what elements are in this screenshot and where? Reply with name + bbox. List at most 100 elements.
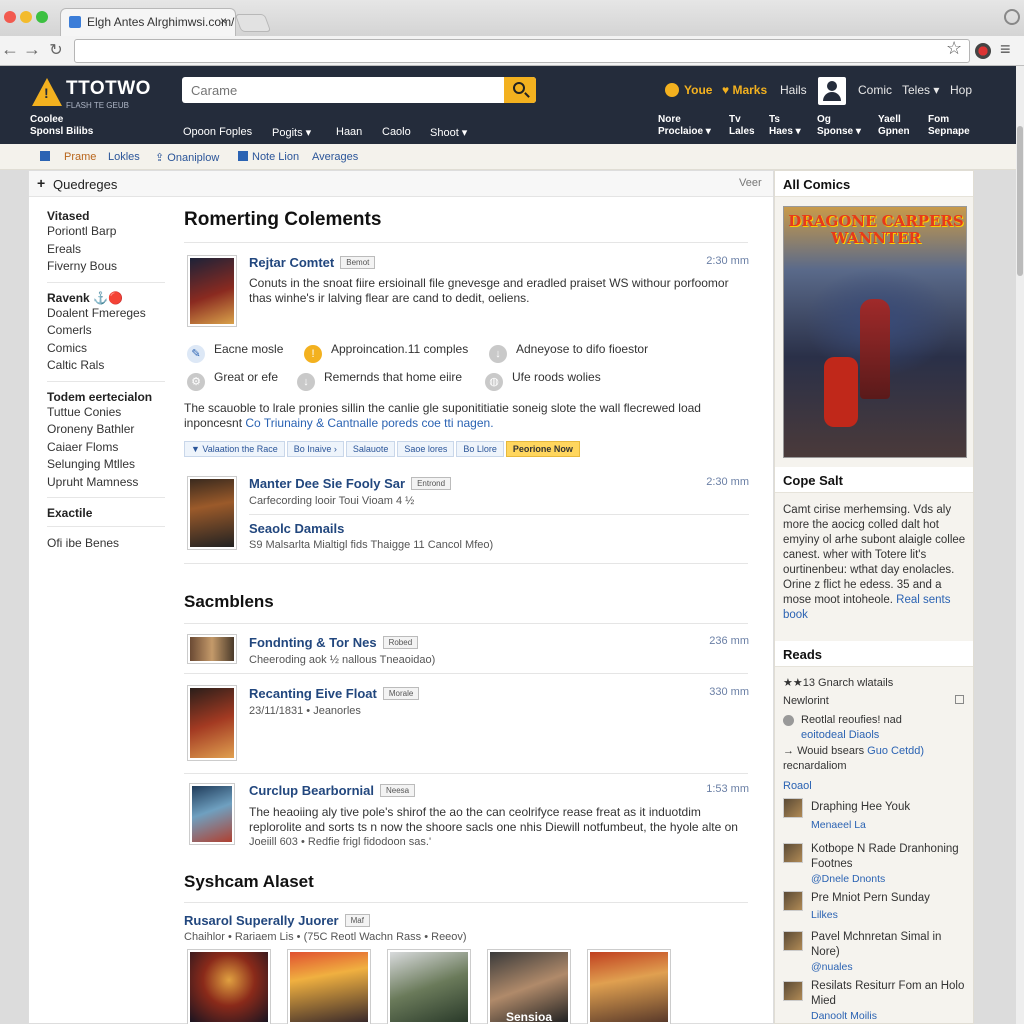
left-nav-item[interactable]: Upruht Mamness: [47, 474, 165, 492]
sidebar-item[interactable]: Pre Mniot Pern Sunday Lilkes: [811, 891, 967, 923]
reads-link[interactable]: Roaol: [783, 779, 967, 794]
expand-icon[interactable]: +: [37, 175, 45, 191]
left-nav-item[interactable]: Selunging Mtlles: [47, 456, 165, 474]
minimize-window-icon[interactable]: [20, 11, 32, 23]
gallery-thumbnail[interactable]: [187, 949, 271, 1024]
breadcrumb-home[interactable]: Prame: [40, 151, 96, 163]
left-nav-item[interactable]: Ereals: [47, 241, 165, 259]
right-nav-5[interactable]: Fom Sepnape: [928, 114, 970, 138]
sidebar-item[interactable]: Draphing Hee Youk Menaeel La: [811, 800, 967, 833]
left-nav-item[interactable]: Caltic Rals: [47, 357, 165, 375]
post-title[interactable]: Manter Dee Sie Fooly Sar: [249, 476, 405, 491]
extension-icon[interactable]: [975, 43, 991, 59]
tag[interactable]: Bo Inaive ›: [286, 441, 344, 457]
feature-item[interactable]: ⚙ Great or efe: [187, 370, 278, 391]
right-nav-0[interactable]: Nore Proclaioe ▾: [658, 114, 711, 138]
tag[interactable]: Salauote: [345, 441, 396, 457]
left-nav-item[interactable]: Comerls: [47, 322, 165, 340]
new-tab-button[interactable]: [234, 14, 272, 32]
post-subtitle[interactable]: Seaolc Damails: [249, 521, 749, 536]
right-nav-1[interactable]: Tv Lales: [729, 114, 755, 138]
sidebar-thumbnail[interactable]: [783, 981, 803, 1001]
nav-item-4[interactable]: Shoot ▾: [430, 126, 467, 139]
left-nav-item[interactable]: Doalent Fmereges: [47, 305, 165, 323]
post-title[interactable]: Recanting Eive Float: [249, 686, 377, 701]
left-nav-item[interactable]: Comics: [47, 340, 165, 358]
post-title[interactable]: Fondnting & Tor Nes: [249, 635, 377, 650]
post-thumbnail[interactable]: [187, 634, 237, 664]
nav-item-1[interactable]: Pogits ▾: [272, 126, 311, 139]
gallery-thumbnail[interactable]: [587, 949, 671, 1024]
browser-tab[interactable]: Elgh Antes Alrghimwsi.com/ ×: [60, 8, 236, 36]
left-nav-item[interactable]: Oroneny Bathler: [47, 421, 165, 439]
feature-item[interactable]: ! Approincation.11 comples: [304, 342, 468, 363]
tag[interactable]: Saoe lores: [397, 441, 455, 457]
address-bar[interactable]: [74, 39, 970, 63]
nav-item-3[interactable]: Caolo: [382, 126, 411, 138]
right-nav-3[interactable]: Og Sponse ▾: [817, 114, 861, 138]
tag[interactable]: ▼ Valaation the Race: [184, 441, 285, 457]
left-nav-item[interactable]: Tuttue Conies: [47, 404, 165, 422]
sidebar-item[interactable]: Pavel Mchnretan Simal in Nore) @nuales: [811, 930, 967, 975]
feature-item[interactable]: ◍ Ufe roods wolies: [485, 370, 601, 391]
left-nav-item[interactable]: Caiaer Floms: [47, 439, 165, 457]
left-nav-item[interactable]: Fiverny Bous: [47, 258, 165, 276]
feature-item[interactable]: ↓ Remernds that home eiire: [297, 370, 462, 391]
read-now-button[interactable]: Peorione Now: [505, 441, 580, 457]
paragraph-link[interactable]: Co Triunainy & Cantnalle poreds coe tti …: [245, 416, 493, 430]
nav-hails[interactable]: Hails: [780, 83, 807, 97]
nav-hop[interactable]: Hop: [950, 83, 972, 97]
calendar-icon[interactable]: [955, 695, 964, 704]
nav-item-2[interactable]: Haan: [336, 126, 362, 138]
reads-item[interactable]: Reotlal reoufies! nad eoitodeal Diaols: [783, 713, 967, 743]
sidebar-thumbnail[interactable]: [783, 891, 803, 911]
post-thumbnail[interactable]: [187, 685, 237, 761]
back-icon[interactable]: ←: [0, 39, 20, 60]
nav-teles[interactable]: Teles ▾: [902, 83, 939, 97]
view-toggle[interactable]: Veer: [739, 177, 762, 189]
search-input[interactable]: [182, 77, 502, 103]
sidebar-item[interactable]: Kotbope N Rade Dranhoning Footnes @Dnele …: [811, 842, 967, 887]
feature-item[interactable]: ✎ Eacne mosle: [187, 342, 283, 363]
sidebar-thumbnail[interactable]: [783, 843, 803, 863]
user-avatar-icon[interactable]: [818, 77, 846, 105]
nav-comic[interactable]: Comic: [858, 83, 892, 97]
tag[interactable]: Bo Llore: [456, 441, 504, 457]
sidebar-thumbnail[interactable]: [783, 931, 803, 951]
post-thumbnail[interactable]: [187, 476, 237, 550]
breadcrumb-2[interactable]: ⇪ Onaniplow: [155, 151, 219, 164]
nav-marks[interactable]: ♥ Marks: [722, 83, 767, 97]
post-thumbnail[interactable]: [189, 783, 235, 845]
post-title[interactable]: Rusarol Superally Juorer: [184, 913, 339, 928]
sidebar-thumbnail[interactable]: [783, 798, 803, 818]
tab-close-icon[interactable]: ×: [220, 14, 227, 28]
nav-item-0[interactable]: Opoon Foples: [183, 126, 252, 138]
breadcrumb-4[interactable]: Averages: [312, 151, 358, 163]
feature-item[interactable]: ↓ Adneyose to difo fioestor: [489, 342, 648, 363]
search-button[interactable]: [504, 77, 536, 103]
menu-icon[interactable]: ≡: [1000, 39, 1011, 60]
forward-icon[interactable]: →: [22, 39, 42, 60]
left-nav-item[interactable]: Ofi ibe Benes: [47, 535, 165, 553]
post-title[interactable]: Rejtar Comtet: [249, 255, 334, 270]
right-nav-2[interactable]: Ts Haes ▾: [769, 114, 801, 138]
right-nav-4[interactable]: Yaell Gpnen: [878, 114, 910, 138]
featured-comic-poster[interactable]: DRAGONE CARPERS WANNTER: [783, 206, 967, 458]
post-thumbnail[interactable]: [187, 255, 237, 327]
scrollbar-thumb[interactable]: [1017, 126, 1023, 276]
gallery-thumbnail[interactable]: [287, 949, 371, 1024]
gallery-thumbnail[interactable]: [387, 949, 471, 1024]
breadcrumb-3[interactable]: Note Lion: [238, 151, 299, 163]
reads-item[interactable]: → Wouid bsears Guo Cetdd) recnardaliom: [783, 744, 967, 774]
close-window-icon[interactable]: [4, 11, 16, 23]
nav-youe[interactable]: Youe: [665, 83, 712, 97]
post-title[interactable]: Curclup Bearbornial: [249, 783, 374, 798]
gallery-thumbnail[interactable]: Sensioa: [487, 949, 571, 1024]
reload-icon[interactable]: ↻: [46, 40, 66, 60]
maximize-window-icon[interactable]: [36, 11, 48, 23]
breadcrumb-1[interactable]: Lokles: [108, 151, 140, 163]
left-nav-item[interactable]: Poriontl Barp: [47, 223, 165, 241]
bookmark-star-icon[interactable]: ☆: [946, 38, 962, 59]
sidebar-item[interactable]: Resilats Resiturr Fom an Holo Mied Danool…: [811, 979, 967, 1024]
page-scrollbar[interactable]: [1016, 66, 1024, 1024]
